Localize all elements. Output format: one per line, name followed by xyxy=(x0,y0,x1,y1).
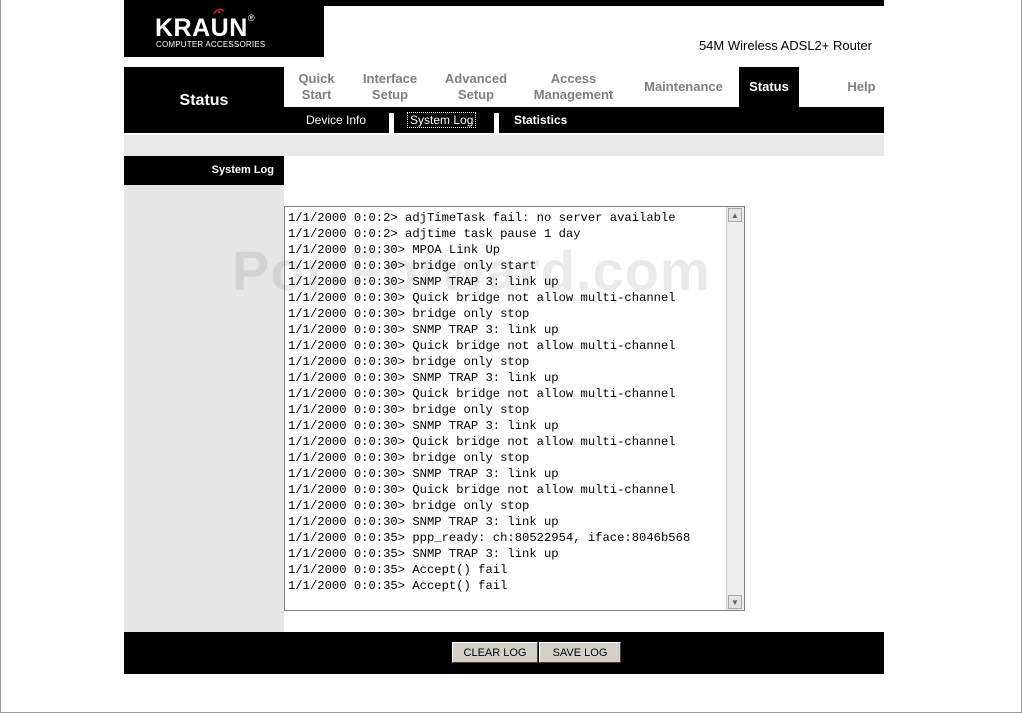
product-name: 54M Wireless ADSL2+ Router xyxy=(698,38,872,53)
tab-label: Help xyxy=(847,79,876,94)
section-title: Status xyxy=(179,92,229,109)
tab-label-line1: Interface xyxy=(362,71,418,86)
scroll-down-icon[interactable]: ▼ xyxy=(728,595,742,609)
tab-quick-start[interactable]: Quick Start xyxy=(294,67,339,107)
subnav-statistics[interactable]: Statistics xyxy=(514,107,567,133)
sub-navigation xyxy=(284,107,884,133)
tab-status[interactable]: Status xyxy=(739,67,799,107)
tab-help[interactable]: Help xyxy=(834,67,889,107)
tab-label: Status xyxy=(749,79,789,94)
tab-label-line2: Start xyxy=(301,87,332,102)
system-log-textarea[interactable]: 1/1/2000 0:0:2> adjTimeTask fail: no ser… xyxy=(284,206,745,611)
tab-label-line2: Management xyxy=(533,87,614,102)
tab-label-line2: Setup xyxy=(457,87,495,102)
subnav-label: Device Info xyxy=(306,113,367,127)
brand-logo: KRAUN ® COMPUTER ACCESSORIES xyxy=(124,0,324,57)
scroll-up-icon[interactable]: ▲ xyxy=(728,208,742,222)
save-log-button[interactable]: SAVE LOG xyxy=(539,642,621,663)
tab-maintenance[interactable]: Maintenance xyxy=(636,67,731,107)
subnav-label: Statistics xyxy=(514,113,568,127)
sidebar-label: System Log xyxy=(211,164,274,176)
logo-wordmark: KRAUN xyxy=(155,14,248,42)
left-sidebar xyxy=(124,156,284,632)
tab-label-line1: Access xyxy=(550,71,597,86)
subnav-system-log[interactable]: System Log xyxy=(407,107,477,133)
subnav-separator xyxy=(494,113,499,133)
window-left-border xyxy=(0,0,1,713)
tab-label-line2: Setup xyxy=(371,87,409,102)
logo-registered-mark: ® xyxy=(248,13,255,23)
subnav-separator xyxy=(389,113,394,133)
router-page: KRAUN ® COMPUTER ACCESSORIES 54M Wireles… xyxy=(124,0,884,713)
tab-advanced-setup[interactable]: Advanced Setup xyxy=(436,67,516,107)
tab-interface-setup[interactable]: Interface Setup xyxy=(356,67,424,107)
tab-label-line1: Advanced xyxy=(444,71,508,86)
tab-label: Maintenance xyxy=(644,79,723,94)
logo-subtitle: COMPUTER ACCESSORIES xyxy=(156,40,266,49)
system-log-content: 1/1/2000 0:0:2> adjTimeTask fail: no ser… xyxy=(288,211,691,593)
log-scrollbar[interactable]: ▲ ▼ xyxy=(726,207,744,610)
clear-log-button[interactable]: CLEAR LOG xyxy=(452,642,538,663)
subnav-label: System Log xyxy=(407,112,477,128)
content-top-band xyxy=(124,135,884,156)
tab-label-line1: Quick xyxy=(298,71,335,86)
subnav-device-info[interactable]: Device Info xyxy=(306,107,366,133)
tab-access-management[interactable]: Access Management xyxy=(526,67,621,107)
